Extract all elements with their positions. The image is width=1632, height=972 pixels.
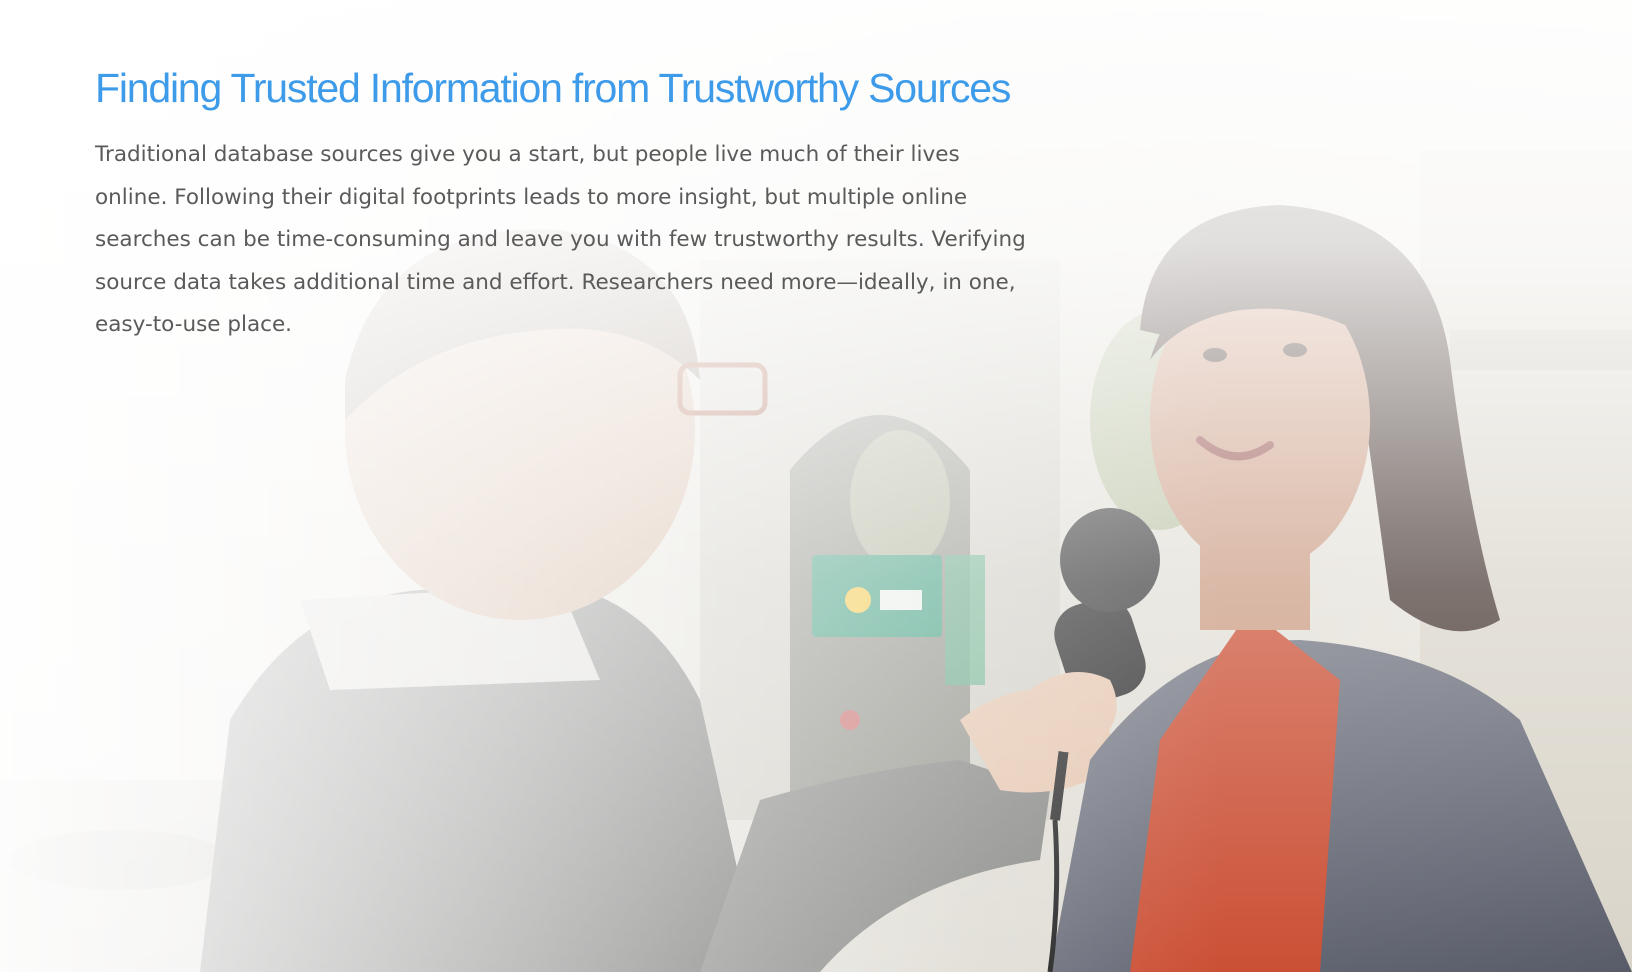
page-title: Finding Trusted Information from Trustwo… xyxy=(95,65,1011,111)
intro-paragraph: Traditional database sources give you a … xyxy=(95,142,1026,337)
hero-section: Finding Trusted Information from Trustwo… xyxy=(0,0,1632,972)
hero-text-block: Finding Trusted Information from Trustwo… xyxy=(95,60,1035,347)
